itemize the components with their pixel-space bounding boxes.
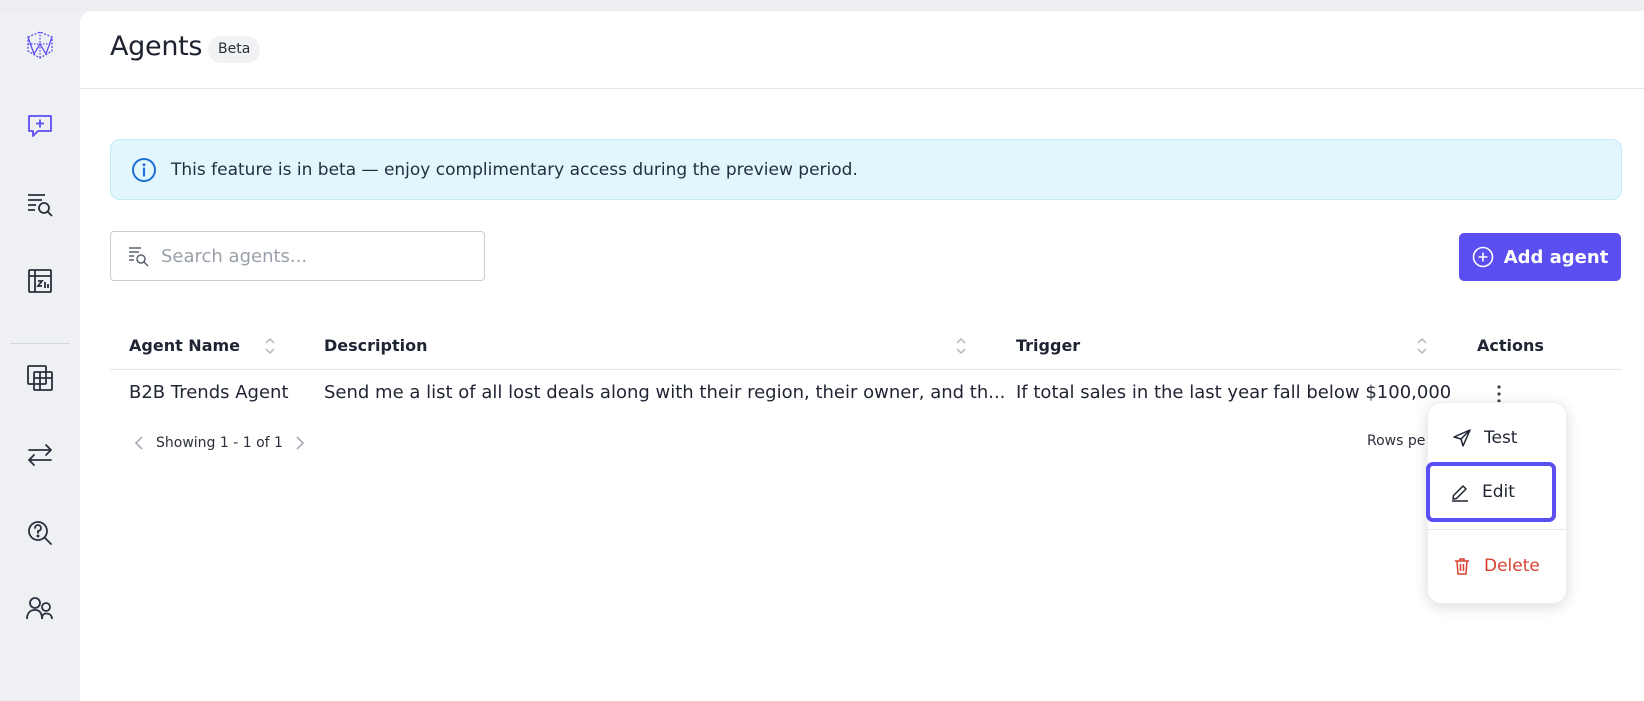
send-icon	[1453, 429, 1471, 447]
plus-circle-icon	[1472, 246, 1493, 268]
pencil-icon	[1452, 485, 1468, 502]
agent-name-cell: B2B Trends Agent	[129, 382, 289, 403]
sidebar-item-transfers[interactable]	[18, 433, 62, 477]
page-header: Agents Beta	[80, 11, 1644, 89]
rows-per-page-label: Rows pe	[1367, 433, 1426, 449]
list-search-icon	[129, 247, 149, 267]
menu-item-edit[interactable]: Edit	[1426, 462, 1556, 522]
chevron-left-icon	[134, 436, 143, 450]
search-input[interactable]	[161, 245, 461, 267]
sort-icon[interactable]	[954, 335, 968, 357]
menu-divider	[1428, 529, 1566, 530]
column-header-description[interactable]: Description	[324, 336, 427, 355]
chevron-right-icon	[296, 436, 305, 450]
menu-item-test[interactable]: Test	[1428, 411, 1568, 465]
beta-info-banner: This feature is in beta — enjoy complime…	[110, 139, 1622, 200]
table-header: Agent Name Description Trigger Actions	[110, 323, 1622, 370]
list-search-icon	[28, 194, 53, 217]
trash-icon	[1455, 558, 1469, 575]
menu-item-test-label: Test	[1484, 428, 1518, 448]
chart-table-icon	[28, 269, 52, 293]
menu-item-edit-label: Edit	[1482, 482, 1515, 502]
column-header-trigger[interactable]: Trigger	[1016, 336, 1080, 355]
description-cell: Send me a list of all lost deals along w…	[324, 382, 1006, 403]
add-agent-button[interactable]: Add agent	[1459, 233, 1621, 281]
sidebar-item-users[interactable]	[18, 587, 62, 631]
beta-badge: Beta	[208, 36, 261, 63]
chat-plus-icon	[28, 115, 52, 137]
sidebar-item-reports[interactable]	[18, 259, 62, 303]
next-page-button[interactable]	[289, 432, 311, 454]
arrows-swap-icon	[28, 444, 52, 466]
app-logo[interactable]	[18, 23, 62, 67]
sort-icon[interactable]	[263, 335, 277, 357]
main-panel: Agents Beta This feature is in beta — en…	[80, 11, 1644, 701]
menu-item-delete[interactable]: Delete	[1428, 539, 1568, 593]
column-header-actions: Actions	[1477, 336, 1544, 355]
stacked-tables-icon	[27, 365, 53, 391]
window-top-strip	[0, 0, 1644, 11]
sidebar-item-help-search[interactable]	[18, 510, 62, 554]
table-row[interactable]: B2B Trends Agent Send me a list of all l…	[110, 370, 1622, 418]
row-actions-menu: Test Edit Delete	[1426, 402, 1568, 604]
menu-item-delete-label: Delete	[1484, 556, 1540, 576]
sidebar-divider	[10, 343, 70, 344]
sort-icon[interactable]	[1415, 335, 1429, 357]
previous-page-button[interactable]	[128, 432, 150, 454]
pagination: Showing 1 - 1 of 1	[110, 431, 510, 455]
trigger-cell: If total sales in the last year fall bel…	[1016, 382, 1452, 403]
sidebar-item-search-list[interactable]	[18, 182, 62, 226]
agents-table: Agent Name Description Trigger Actions B…	[110, 323, 1622, 418]
users-icon	[26, 597, 53, 620]
sidebar-item-tables[interactable]	[18, 356, 62, 400]
page-title: Agents	[110, 31, 203, 62]
info-icon	[132, 157, 156, 182]
sidebar-item-new-chat[interactable]	[18, 104, 62, 148]
search-box[interactable]	[110, 231, 485, 281]
add-agent-label: Add agent	[1503, 246, 1609, 268]
network-logo-icon	[27, 31, 53, 59]
question-search-icon	[28, 521, 52, 545]
pagination-summary: Showing 1 - 1 of 1	[156, 435, 283, 451]
banner-text: This feature is in beta — enjoy complime…	[171, 159, 858, 180]
column-header-agent-name[interactable]: Agent Name	[129, 336, 240, 355]
sidebar	[0, 11, 80, 701]
